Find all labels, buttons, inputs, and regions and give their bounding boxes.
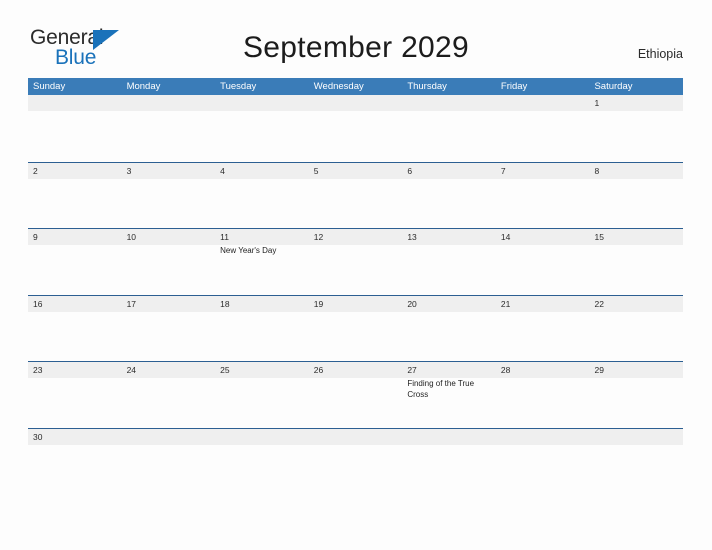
calendar-day-cell-empty bbox=[496, 429, 590, 495]
calendar-day-cell[interactable]: 15 bbox=[589, 229, 683, 295]
day-number: 12 bbox=[313, 232, 324, 242]
day-number: 24 bbox=[126, 365, 137, 375]
calendar-day-cell-empty bbox=[215, 429, 309, 495]
calendar-day-cell[interactable]: 9 bbox=[28, 229, 122, 295]
day-number: 30 bbox=[33, 431, 43, 442]
calendar-day-cell[interactable]: 13 bbox=[402, 229, 496, 295]
calendar-week-row: 23 24 25 26 27 Finding of the True Cross 28 29 bbox=[28, 361, 683, 428]
calendar-week-row: 1 bbox=[28, 95, 683, 162]
calendar-day-cell-empty bbox=[402, 95, 496, 162]
calendar-day-cell[interactable]: 18 bbox=[215, 296, 309, 362]
day-number: 1 bbox=[594, 98, 600, 108]
day-number: 9 bbox=[33, 232, 38, 242]
page-header: General Blue September 2029 Ethiopia bbox=[0, 0, 712, 78]
calendar-day-cell[interactable]: 22 bbox=[589, 296, 683, 362]
calendar-day-cell[interactable]: 19 bbox=[309, 296, 403, 362]
day-number: 13 bbox=[407, 232, 417, 242]
day-number: 14 bbox=[500, 232, 511, 242]
day-number: 23 bbox=[33, 365, 43, 375]
calendar-weeks: 1 2 3 4 5 6 7 8 9 10 11 New Year's Day 12 13 14 15 16 17 1… bbox=[28, 95, 683, 494]
day-number: 3 bbox=[126, 165, 132, 176]
calendar-day-cell-empty bbox=[28, 95, 122, 162]
day-number: 15 bbox=[594, 232, 604, 242]
calendar-day-cell-empty bbox=[589, 429, 683, 495]
holiday-event-label: New Year's Day bbox=[220, 246, 277, 255]
country-label: Ethiopia bbox=[637, 47, 683, 61]
day-number: 8 bbox=[594, 165, 600, 176]
calendar-day-cell[interactable]: 27 Finding of the True Cross bbox=[402, 362, 496, 428]
calendar-day-cell[interactable]: 23 bbox=[28, 362, 122, 428]
day-number: 26 bbox=[313, 365, 324, 375]
calendar-day-cell[interactable]: 28 bbox=[496, 362, 590, 428]
calendar-day-cell[interactable]: 7 bbox=[496, 163, 590, 229]
day-number: 19 bbox=[313, 298, 324, 309]
calendar-day-cell-empty bbox=[309, 95, 403, 162]
calendar-day-cell[interactable]: 8 bbox=[589, 163, 683, 229]
day-number: 20 bbox=[407, 298, 417, 309]
day-number: 4 bbox=[220, 165, 225, 176]
day-number: 18 bbox=[220, 298, 230, 309]
weekday-header-tuesday: Tuesday bbox=[220, 81, 257, 92]
weekday-header-saturday: Saturday bbox=[594, 81, 633, 92]
calendar-day-cell[interactable]: 1 bbox=[589, 95, 683, 162]
calendar-day-cell-empty bbox=[309, 429, 403, 495]
calendar-day-cell-empty bbox=[402, 429, 496, 495]
calendar-day-cell-empty bbox=[122, 95, 216, 162]
calendar-day-cell[interactable]: 5 bbox=[309, 163, 403, 229]
calendar-day-cell[interactable]: 14 bbox=[496, 229, 590, 295]
calendar-day-cell[interactable]: 12 bbox=[309, 229, 403, 295]
holiday-event-label: Finding of the True Cross bbox=[407, 379, 475, 399]
calendar-day-cell[interactable]: 4 bbox=[215, 163, 309, 229]
calendar-day-cell[interactable]: 16 bbox=[28, 296, 122, 362]
day-number: 5 bbox=[313, 165, 319, 176]
day-number: 10 bbox=[126, 232, 137, 242]
calendar-week-row: 9 10 11 New Year's Day 12 13 14 15 bbox=[28, 228, 683, 295]
page-title: September 2029 bbox=[242, 31, 470, 64]
day-number: 28 bbox=[500, 365, 511, 375]
calendar-day-cell-empty bbox=[496, 95, 590, 162]
calendar-day-cell[interactable]: 10 bbox=[122, 229, 216, 295]
calendar-day-cell-empty bbox=[215, 95, 309, 162]
day-number: 2 bbox=[33, 165, 38, 176]
weekday-header-friday: Friday bbox=[500, 81, 528, 92]
calendar-day-cell-empty bbox=[122, 429, 216, 495]
calendar-day-cell[interactable]: 6 bbox=[402, 163, 496, 229]
calendar-day-cell[interactable]: 11 New Year's Day bbox=[215, 229, 309, 295]
calendar-day-cell[interactable]: 17 bbox=[122, 296, 216, 362]
day-number: 27 bbox=[407, 365, 417, 375]
weekday-header-row: Sunday Monday Tuesday Wednesday Thursday Frid… bbox=[28, 78, 683, 95]
weekday-header-wednesday: Wednesday bbox=[313, 81, 364, 92]
weekday-header-sunday: Sunday bbox=[33, 81, 66, 92]
calendar-day-cell[interactable]: 26 bbox=[309, 362, 403, 428]
day-events-list: Finding of the True Cross bbox=[407, 378, 496, 400]
day-number: 29 bbox=[594, 365, 604, 375]
calendar-grid: Sunday Monday Tuesday Wednesday Thursday Frid… bbox=[28, 78, 683, 494]
weekday-header-thursday: Thursday bbox=[407, 81, 447, 92]
calendar-week-row: 16 17 18 19 20 21 22 bbox=[28, 294, 683, 362]
calendar-day-cell[interactable]: 3 bbox=[122, 163, 216, 229]
calendar-day-cell[interactable]: 24 bbox=[122, 362, 216, 428]
day-number: 11 bbox=[220, 232, 229, 242]
day-number: 21 bbox=[500, 298, 511, 309]
day-number: 22 bbox=[594, 298, 604, 309]
calendar-day-cell[interactable]: 30 bbox=[28, 429, 122, 495]
calendar-day-cell[interactable]: 21 bbox=[496, 296, 590, 362]
day-number: 7 bbox=[500, 165, 506, 176]
day-number: 16 bbox=[33, 298, 43, 309]
day-events-list: New Year's Day bbox=[220, 245, 309, 257]
calendar-day-cell[interactable]: 25 bbox=[215, 362, 309, 428]
weekday-header-monday: Monday bbox=[126, 81, 161, 92]
calendar-week-row: 30 bbox=[28, 427, 683, 495]
day-number: 17 bbox=[126, 298, 137, 309]
calendar-week-row: 2 3 4 5 6 7 8 bbox=[28, 161, 683, 229]
calendar-day-cell[interactable]: 2 bbox=[28, 163, 122, 229]
calendar-day-cell[interactable]: 20 bbox=[402, 296, 496, 362]
day-number: 6 bbox=[407, 165, 413, 176]
day-number: 25 bbox=[220, 365, 230, 375]
calendar-day-cell[interactable]: 29 bbox=[589, 362, 683, 428]
